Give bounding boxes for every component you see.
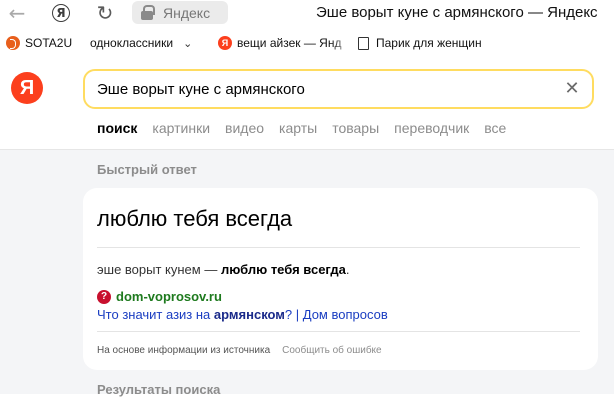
bookmark-veshi[interactable]: Я вещи айзек — Янд — [218, 30, 355, 56]
search-tabs: поиск картинки видео карты товары перево… — [97, 120, 521, 136]
browser-toolbar: ← Я ↻ Яндекс Эше ворыт куне с армянского… — [0, 0, 614, 28]
source-link-suffix: ? | Дом вопросов — [284, 307, 388, 322]
tab-video[interactable]: видео — [225, 120, 264, 136]
bookmark-sota2u[interactable]: SOTA2U — [6, 30, 72, 56]
bookmark-label: Парик для женщин — [376, 36, 482, 50]
source-link-bold: армянском — [213, 307, 285, 322]
page-title: Эше ворыт куне с армянского — Яндекс — [316, 4, 598, 21]
bookmark-folder-odnoklassniki[interactable]: одноклассники ⌄ — [90, 30, 192, 56]
tab-products[interactable]: товары — [332, 120, 379, 136]
address-text: Яндекс — [163, 4, 211, 21]
answer-text-suffix: . — [345, 262, 350, 277]
bookmark-label: вещи айзек — Янд — [237, 36, 342, 50]
lock-icon[interactable] — [140, 5, 155, 20]
source-domain[interactable]: dom-voprosov.ru — [116, 289, 222, 304]
search-input[interactable] — [97, 79, 547, 99]
yandex-icon: Я — [218, 36, 232, 50]
tab-all[interactable]: все — [484, 120, 506, 136]
source-note: На основе информации из источника — [97, 345, 271, 356]
sota-icon — [6, 36, 20, 50]
tab-translator[interactable]: переводчик — [394, 120, 469, 136]
source-link-prefix: Что значит азиз на — [97, 307, 214, 322]
answer-text: эше ворыт кунем — люблю тебя всегда. — [97, 262, 349, 277]
back-arrow-icon[interactable]: ← — [4, 1, 30, 25]
address-bar[interactable]: Яндекс — [132, 1, 228, 24]
close-icon[interactable]: ✕ — [562, 79, 582, 99]
tab-search[interactable]: поиск — [97, 120, 137, 136]
chevron-down-icon: ⌄ — [183, 36, 193, 50]
divider — [97, 331, 580, 332]
yandex-browser-icon[interactable]: Я — [48, 1, 74, 25]
bookmark-parik[interactable]: Парик для женщин — [358, 30, 506, 56]
bookmark-label: SOTA2U — [25, 36, 73, 50]
card-footer: На основе информации из источника Сообщит… — [97, 345, 382, 356]
bookmark-label: одноклассники — [90, 36, 174, 50]
source-link[interactable]: Что значит азиз на армянском? | Дом вопр… — [97, 307, 388, 322]
yandex-browser-circle: Я — [52, 4, 70, 22]
source-row[interactable]: ? dom-voprosov.ru — [97, 289, 222, 304]
reload-icon[interactable]: ↻ — [92, 1, 118, 25]
search-box[interactable]: ✕ — [83, 69, 594, 109]
report-error-link[interactable]: Сообщить об ошибке — [282, 345, 381, 356]
bookmarks-bar: SOTA2U одноклассники ⌄ Я вещи айзек — Ян… — [0, 30, 614, 56]
answer-text-bold: люблю тебя всегда — [220, 262, 346, 277]
answer-title: люблю тебя всегда — [97, 206, 293, 231]
quick-answer-card: люблю тебя всегда эше ворыт кунем — любл… — [83, 188, 598, 370]
document-icon — [358, 36, 369, 50]
tab-images[interactable]: картинки — [152, 120, 210, 136]
yandex-logo[interactable]: Я — [11, 72, 43, 104]
question-icon: ? — [97, 289, 111, 304]
answer-text-prefix: эше ворыт кунем — — [97, 262, 221, 277]
divider — [97, 247, 580, 248]
tab-maps[interactable]: карты — [279, 120, 317, 136]
quick-answer-heading: Быстрый ответ — [97, 162, 197, 177]
results-heading: Результаты поиска — [97, 382, 221, 397]
